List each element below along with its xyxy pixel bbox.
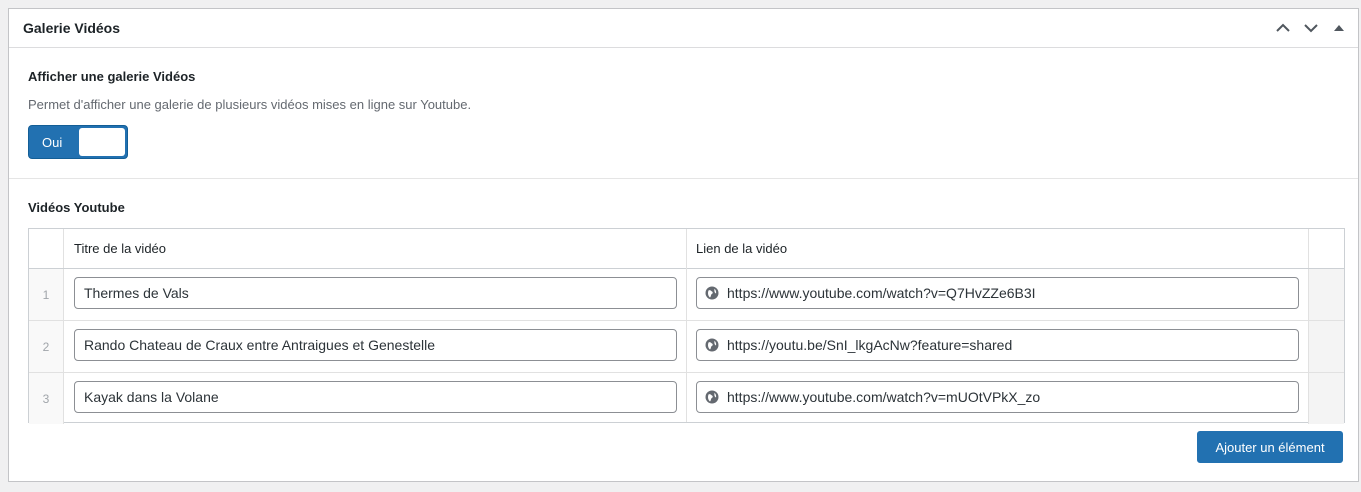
column-header-link: Lien de la vidéo xyxy=(696,241,788,256)
globe-icon xyxy=(705,286,719,300)
gallery-field-description: Permet d'afficher une galerie de plusieu… xyxy=(28,97,472,112)
toggle-knob xyxy=(79,128,125,156)
video-link-input[interactable]: https://www.youtube.com/watch?v=mUOtVPkX… xyxy=(696,381,1299,413)
header-actions-cell xyxy=(1308,229,1344,268)
gallery-toggle[interactable]: Oui xyxy=(28,125,128,159)
field-divider xyxy=(9,178,1358,179)
video-link-value: https://www.youtube.com/watch?v=mUOtVPkX… xyxy=(727,389,1041,405)
column-header-title: Titre de la vidéo xyxy=(74,241,167,256)
row-handle[interactable]: 3 xyxy=(29,373,64,424)
metabox-title: Galerie Vidéos xyxy=(23,20,121,36)
add-item-button[interactable]: Ajouter un élément xyxy=(1197,431,1343,463)
metabox-actions xyxy=(1270,17,1352,39)
header-order-cell xyxy=(29,229,64,268)
table-row: 3 Kayak dans la Volane https://www.youtu… xyxy=(29,373,1344,424)
globe-icon xyxy=(705,338,719,352)
toggle-label: Oui xyxy=(42,135,63,150)
row-actions[interactable] xyxy=(1308,373,1344,424)
gallery-field-label: Afficher une galerie Vidéos xyxy=(28,69,196,84)
table-row: 2 Rando Chateau de Craux entre Antraigue… xyxy=(29,321,1344,373)
table-row: 1 Thermes de Vals https://www.youtube.co… xyxy=(29,269,1344,321)
video-link-input[interactable]: https://www.youtube.com/watch?v=Q7HvZZe6… xyxy=(696,277,1299,309)
row-actions[interactable] xyxy=(1308,321,1344,372)
toggle-panel-icon[interactable] xyxy=(1326,17,1352,39)
move-down-icon[interactable] xyxy=(1298,17,1324,39)
video-title-input[interactable]: Thermes de Vals xyxy=(74,277,677,309)
gallery-metabox: Galerie Vidéos Afficher une galerie Vidé… xyxy=(8,8,1359,482)
video-link-input[interactable]: https://youtu.be/SnI_lkgAcNw?feature=sha… xyxy=(696,329,1299,361)
video-title-input[interactable]: Rando Chateau de Craux entre Antraigues … xyxy=(74,329,677,361)
row-actions[interactable] xyxy=(1308,269,1344,320)
move-up-icon[interactable] xyxy=(1270,17,1296,39)
videos-repeater: Titre de la vidéo Lien de la vidéo 1 The… xyxy=(28,228,1345,424)
globe-icon xyxy=(705,390,719,404)
video-link-value: https://www.youtube.com/watch?v=Q7HvZZe6… xyxy=(727,285,1036,301)
row-handle[interactable]: 1 xyxy=(29,269,64,320)
row-handle[interactable]: 2 xyxy=(29,321,64,372)
video-link-value: https://youtu.be/SnI_lkgAcNw?feature=sha… xyxy=(727,337,1013,353)
video-title-input[interactable]: Kayak dans la Volane xyxy=(74,381,677,413)
videos-field-label: Vidéos Youtube xyxy=(28,200,125,215)
metabox-header: Galerie Vidéos xyxy=(9,9,1358,48)
